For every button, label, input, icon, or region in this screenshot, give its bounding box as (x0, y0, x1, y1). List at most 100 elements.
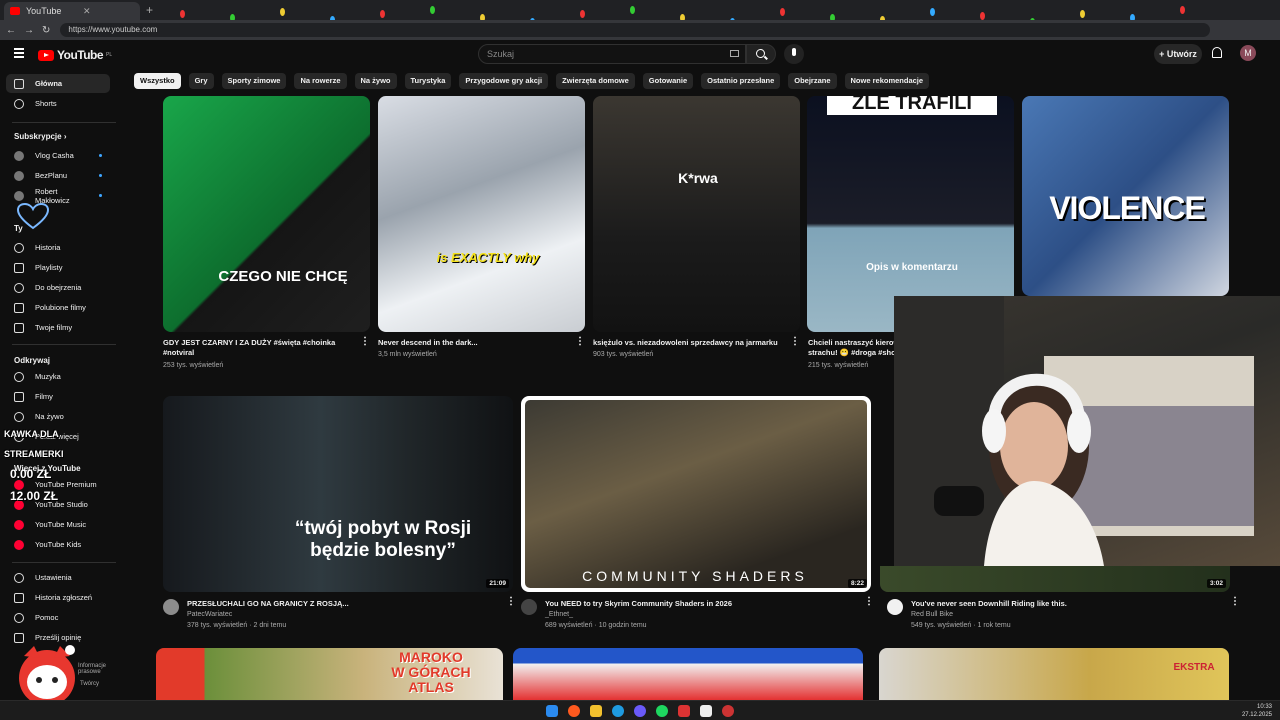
search-placeholder: Szukaj (487, 49, 515, 59)
obs-icon[interactable] (722, 705, 734, 717)
chip-winter-sports[interactable]: Sporty zimowe (221, 73, 287, 89)
video-thumbnail[interactable]: MAROKO W GÓRACH ATLAS (156, 648, 503, 700)
voice-search-mic-icon[interactable] (784, 44, 804, 64)
search-button[interactable] (746, 44, 776, 64)
app-icon[interactable] (678, 705, 690, 717)
hamburger-menu-icon[interactable] (14, 48, 24, 58)
chip-games[interactable]: Gry (188, 73, 214, 89)
sidebar-item-movies[interactable]: Filmy (6, 387, 110, 406)
browser-tab-youtube[interactable]: YouTube ✕ (4, 2, 140, 20)
video-thumbnail[interactable]: VIOLENCE (1022, 96, 1229, 296)
video-thumbnail[interactable]: 3:02 (880, 566, 1230, 592)
taskbar-clock[interactable]: 10:33 27.12.2025 (1242, 703, 1272, 719)
forward-icon[interactable]: → (24, 25, 34, 36)
youtube-logo[interactable]: YouTube PL (38, 48, 112, 62)
create-button[interactable]: + Utwórz (1154, 44, 1202, 64)
video-title-line: #notviral (163, 348, 195, 357)
reload-icon[interactable]: ↻ (42, 25, 50, 36)
discord-icon[interactable] (634, 705, 646, 717)
section-title: Subskrypcje (14, 132, 62, 141)
video-thumbnail[interactable] (513, 648, 863, 700)
channel-name[interactable]: Red Bull Bike (911, 609, 953, 620)
sidebar-sub-bezplanu[interactable]: BezPlanu (6, 166, 110, 185)
video-title[interactable]: Chcieli nastraszyć kierow strachu! 😬 #dro… (808, 338, 896, 358)
more-options-icon[interactable]: ⋮ (575, 337, 585, 352)
channel-name[interactable]: _Ethnet_ (545, 609, 573, 620)
music-note-icon (14, 371, 24, 382)
youtube-music-icon (14, 519, 24, 530)
sidebar-item-report-history[interactable]: Historia zgłoszeń (6, 588, 110, 607)
thumbnail-caption: VIOLENCE (1049, 190, 1206, 226)
channel-avatar[interactable] (521, 599, 537, 615)
sidebar-item-label: Ustawienia (35, 573, 72, 582)
more-options-icon[interactable]: ⋮ (506, 597, 516, 612)
chip-recently-uploaded[interactable]: Ostatnio przesłane (701, 73, 781, 89)
back-icon[interactable]: ← (6, 25, 16, 36)
sidebar-item-history[interactable]: Historia (6, 238, 110, 257)
thumbnail-caption: CZEGO NIE CHCĘ (218, 268, 348, 285)
sidebar-item-shorts[interactable]: Shorts (6, 94, 110, 113)
video-title[interactable]: GDY JEST CZARNY I ZA DUŻY #święta #choin… (163, 338, 353, 358)
sidebar-item-music[interactable]: Muzyka (6, 367, 110, 386)
chip-cycling[interactable]: Na rowerze (294, 73, 347, 89)
notifications-bell-icon[interactable] (1212, 47, 1222, 58)
video-thumbnail[interactable]: EKSTRA (879, 648, 1229, 700)
heart-icon (16, 202, 50, 230)
sidebar-item-help[interactable]: Pomoc (6, 608, 110, 627)
windows-start-icon[interactable] (546, 705, 558, 717)
edge-icon[interactable] (612, 705, 624, 717)
chip-tourism[interactable]: Turystyka (404, 73, 452, 89)
chip-all[interactable]: Wszystko (134, 73, 181, 89)
chip-new-recommendations[interactable]: Nowe rekomendacje (844, 73, 930, 89)
footer-link-press[interactable]: Informacje prasowe (78, 663, 120, 675)
video-title[interactable]: You NEED to try Skyrim Community Shaders… (545, 599, 845, 609)
thumbnail-caption: COMMUNITY SHADERS (582, 568, 808, 584)
folder-icon[interactable] (590, 705, 602, 717)
subscriptions-header[interactable]: Subskrypcje › (14, 132, 66, 141)
video-thumbnail[interactable]: “twój pobyt w Rosji będzie bolesny” 21:0… (163, 396, 513, 592)
sidebar-item-watch-later[interactable]: Do obejrzenia (6, 278, 110, 297)
video-title[interactable]: You've never seen Downhill Riding like t… (911, 599, 1211, 609)
video-title[interactable]: Never descend in the dark... (378, 338, 568, 348)
video-title[interactable]: księżulo vs. niezadowoleni sprzedawcy na… (593, 338, 783, 348)
chip-action-adventure[interactable]: Przygodowe gry akcji (459, 73, 549, 89)
donation-goal-title: KAWKA DLA STREAMERKI (4, 424, 64, 464)
sidebar-item-kids[interactable]: YouTube Kids (6, 535, 110, 554)
chip-live[interactable]: Na żywo (354, 73, 397, 89)
more-options-icon[interactable]: ⋮ (1230, 597, 1240, 612)
channel-avatar[interactable] (163, 599, 179, 615)
more-options-icon[interactable]: ⋮ (360, 337, 370, 352)
browser-icon[interactable] (568, 705, 580, 717)
video-title[interactable]: PRZESŁUCHALI GO NA GRANICY Z ROSJĄ... (187, 599, 487, 609)
video-thumbnail[interactable]: K*rwa (593, 96, 800, 332)
chip-pets[interactable]: Zwierzęta domowe (556, 73, 635, 89)
more-options-icon[interactable]: ⋮ (790, 337, 800, 352)
channel-avatar[interactable] (887, 599, 903, 615)
url-field[interactable]: https://www.youtube.com (60, 23, 1211, 37)
channel-name[interactable]: PatecWariatec (187, 609, 232, 620)
close-tab-icon[interactable]: ✕ (83, 6, 134, 17)
video-thumbnail[interactable]: COMMUNITY SHADERS 8:22 (521, 396, 871, 592)
sidebar-item-your-videos[interactable]: Twoje filmy (6, 318, 110, 337)
keyboard-icon[interactable] (730, 50, 739, 57)
spotify-icon[interactable] (656, 705, 668, 717)
more-options-icon[interactable]: ⋮ (864, 597, 874, 612)
account-avatar[interactable]: M (1240, 45, 1256, 61)
sidebar-item-music-app[interactable]: YouTube Music (6, 515, 110, 534)
chip-cooking[interactable]: Gotowanie (642, 73, 694, 89)
footer-link-creators[interactable]: Twórcy (80, 681, 99, 687)
video-thumbnail[interactable]: is EXACTLY why (378, 96, 585, 332)
search-input[interactable]: Szukaj (478, 44, 746, 64)
donation-title-line-2: STREAMERKI (4, 449, 64, 459)
notepad-icon[interactable] (700, 705, 712, 717)
video-thumbnail[interactable]: CZEGO NIE CHCĘ (163, 96, 370, 332)
new-tab-icon[interactable]: + (146, 3, 153, 17)
sidebar-item-settings[interactable]: Ustawienia (6, 568, 110, 587)
tab-title: YouTube (26, 6, 62, 16)
chip-watched[interactable]: Obejrzane (788, 73, 837, 89)
clock-icon (14, 282, 24, 293)
sidebar-item-playlists[interactable]: Playlisty (6, 258, 110, 277)
sidebar-item-liked[interactable]: Polubione filmy (6, 298, 110, 317)
sidebar-sub-vlog-casha[interactable]: Vlog Casha (6, 146, 110, 165)
sidebar-item-home[interactable]: Główna (6, 74, 110, 93)
